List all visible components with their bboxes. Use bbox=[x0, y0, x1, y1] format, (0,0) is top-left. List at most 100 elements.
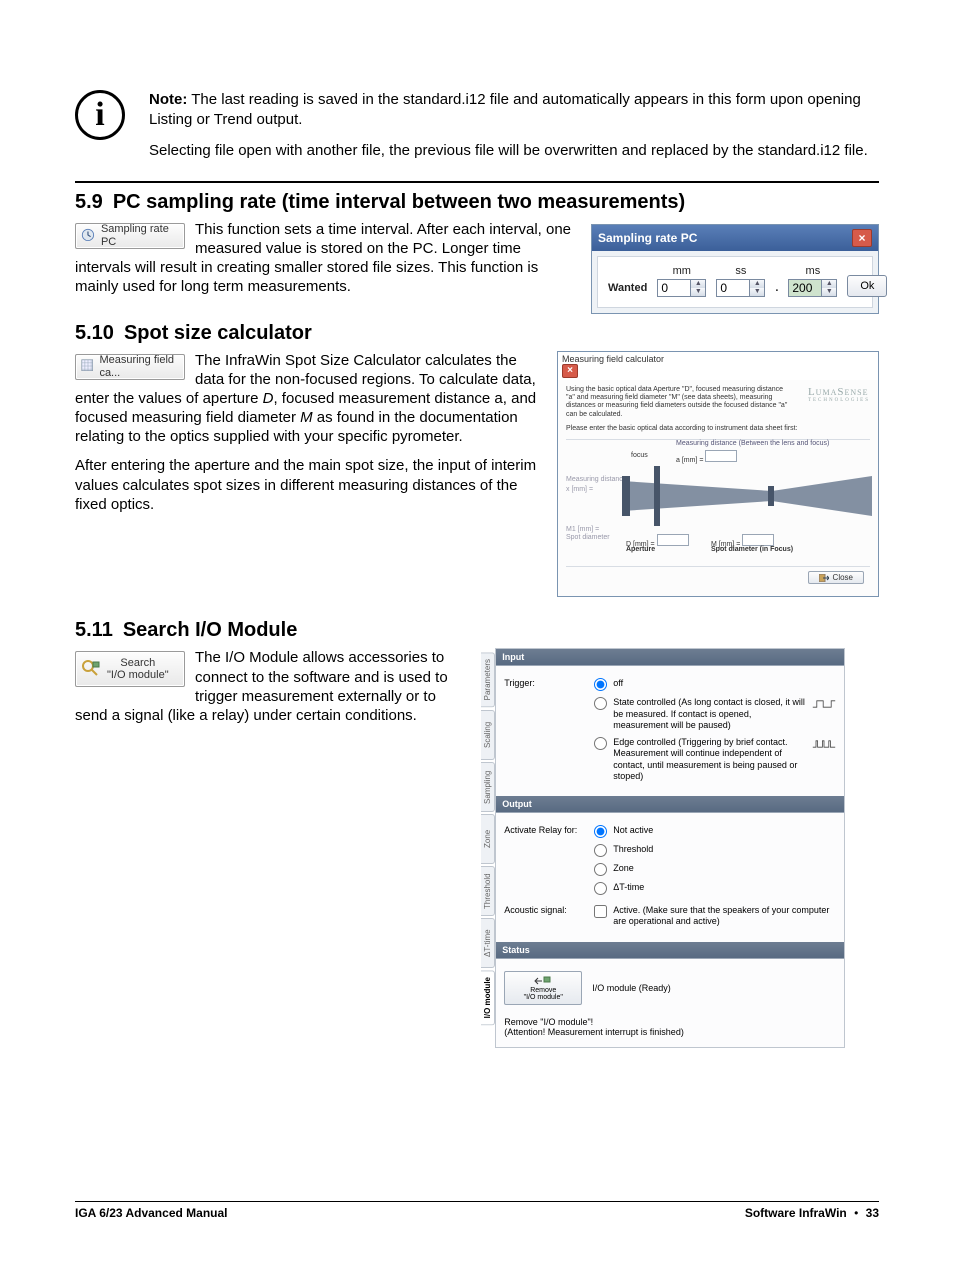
ok-button[interactable]: Ok bbox=[847, 275, 887, 297]
input-header: Input bbox=[496, 649, 844, 666]
measuring-field-button[interactable]: Measuring field ca... bbox=[75, 354, 185, 380]
trigger-off-radio[interactable] bbox=[594, 678, 607, 691]
dialog-titlebar: Sampling rate PC × bbox=[592, 225, 878, 251]
dialog-titlebar: Measuring field calculator × bbox=[558, 352, 878, 380]
separator-dot: . bbox=[775, 282, 778, 297]
dialog-title: Sampling rate PC bbox=[598, 231, 697, 245]
grid-icon bbox=[81, 359, 93, 375]
m1-mm-label: M1 [mm] = bbox=[566, 526, 599, 533]
mm-input[interactable] bbox=[657, 279, 691, 297]
acoustic-option[interactable]: Active. (Make sure that the speakers of … bbox=[594, 905, 836, 928]
d-input[interactable] bbox=[657, 534, 689, 546]
tab-io-module[interactable]: I/O module bbox=[481, 970, 495, 1025]
section-5-10-heading: 5.10 Spot size calculator bbox=[75, 322, 879, 345]
search-io-button[interactable]: Search "I/O module" bbox=[75, 651, 185, 687]
spin-down-icon[interactable]: ▼ bbox=[691, 288, 705, 296]
tab-parameters[interactable]: Parameters bbox=[481, 652, 495, 707]
aperture-label: Aperture bbox=[626, 546, 655, 553]
info-icon: i bbox=[75, 90, 125, 140]
io-ready-status: I/O module (Ready) bbox=[592, 983, 836, 993]
brand-logo: LUMASENSE TECHNOLOGIES bbox=[808, 386, 870, 403]
trigger-state-option[interactable]: State controlled (As long contact is clo… bbox=[594, 697, 836, 731]
search-io-icon bbox=[81, 659, 101, 679]
a-mm-label: a [mm] = bbox=[676, 450, 737, 464]
close-icon[interactable]: × bbox=[562, 364, 578, 378]
ms-input[interactable] bbox=[788, 279, 822, 297]
section-5-10-body-2: After entering the aperture and the main… bbox=[75, 456, 539, 514]
dialog-title: Measuring field calculator bbox=[562, 354, 664, 364]
page-footer: IGA 6/23 Advanced Manual Software InfraW… bbox=[75, 1201, 879, 1220]
state-waveform-icon bbox=[812, 697, 836, 711]
acoustic-label: Acoustic signal: bbox=[504, 905, 584, 915]
relay-label: Activate Relay for: bbox=[504, 825, 584, 835]
measuring-distance-label: Measuring distance bbox=[566, 476, 627, 483]
tab-scaling[interactable]: Scaling bbox=[481, 710, 495, 760]
spin-up-icon[interactable]: ▲ bbox=[691, 280, 705, 288]
acoustic-checkbox[interactable] bbox=[594, 905, 607, 918]
io-module-panel: Parameters Scaling Sampling Zone Thresho… bbox=[481, 648, 845, 1048]
section-5-11-body: Search "I/O module" The I/O Module allow… bbox=[75, 648, 463, 725]
mm-spinner[interactable]: ▲▼ bbox=[657, 279, 706, 297]
calculator-dialog: Measuring field calculator × LUMASENSE T… bbox=[557, 351, 879, 598]
relay-threshold-option[interactable]: Threshold bbox=[594, 844, 836, 857]
trigger-edge-radio[interactable] bbox=[594, 737, 607, 750]
x-mm-label: x [mm] = bbox=[566, 486, 593, 493]
sampling-rate-button[interactable]: Sampling rate PC bbox=[75, 223, 185, 249]
relay-dttime-option[interactable]: ΔT-time bbox=[594, 882, 836, 895]
section-5-9-body: Sampling rate PC This function sets a ti… bbox=[75, 220, 573, 297]
close-button[interactable]: Close bbox=[808, 571, 864, 584]
search-io-label-2: "I/O module" bbox=[107, 669, 169, 681]
search-io-label-1: Search bbox=[120, 657, 155, 669]
ss-label: ss bbox=[735, 265, 746, 277]
relay-dttime-radio[interactable] bbox=[594, 882, 607, 895]
section-5-9-heading: 5.9 PC sampling rate (time interval betw… bbox=[75, 191, 879, 214]
ss-spinner[interactable]: ▲▼ bbox=[716, 279, 765, 297]
a-input[interactable] bbox=[705, 450, 737, 462]
spin-up-icon[interactable]: ▲ bbox=[750, 280, 764, 288]
footer-right: Software InfraWin • 33 bbox=[745, 1206, 879, 1220]
edge-waveform-icon bbox=[812, 737, 836, 751]
m-input[interactable] bbox=[742, 534, 774, 546]
spot-diameter-label: Spot diameter bbox=[566, 534, 610, 541]
relay-not-active-option[interactable]: Not active bbox=[594, 825, 836, 838]
door-icon bbox=[819, 574, 829, 582]
tab-sampling[interactable]: Sampling bbox=[481, 762, 495, 812]
spot-focus-label: Spot diameter (in Focus) bbox=[711, 546, 793, 553]
tab-dt-time[interactable]: ΔT-time bbox=[481, 918, 495, 968]
trigger-edge-option[interactable]: Edge controlled (Triggering by brief con… bbox=[594, 737, 836, 782]
mm-label: mm bbox=[673, 265, 691, 277]
note-lead: Note: bbox=[149, 91, 187, 108]
remove-io-button[interactable]: Remove "I/O module" bbox=[504, 971, 582, 1006]
status-header: Status bbox=[496, 942, 844, 959]
relay-threshold-radio[interactable] bbox=[594, 844, 607, 857]
section-5-10-body-1: Measuring field ca... The InfraWin Spot … bbox=[75, 351, 539, 447]
relay-not-active-radio[interactable] bbox=[594, 825, 607, 838]
output-header: Output bbox=[496, 796, 844, 813]
divider bbox=[75, 181, 879, 183]
ms-spinner[interactable]: ▲▼ bbox=[788, 279, 837, 297]
calc-diagram: Measuring distance (Between the lens and… bbox=[566, 439, 870, 566]
spin-up-icon[interactable]: ▲ bbox=[822, 280, 836, 288]
tab-zone[interactable]: Zone bbox=[481, 814, 495, 864]
trigger-label: Trigger: bbox=[504, 678, 584, 688]
focus-label: focus bbox=[631, 452, 648, 459]
note-p1-rest: The last reading is saved in the standar… bbox=[149, 91, 861, 128]
spin-down-icon[interactable]: ▼ bbox=[822, 288, 836, 296]
optical-cone-icon bbox=[622, 466, 872, 526]
meas-dist-header: Measuring distance (Between the lens and… bbox=[676, 440, 829, 447]
calc-instructions-2: Please enter the basic optical data acco… bbox=[566, 425, 870, 433]
io-remove-warning: Remove "I/O module"! (Attention! Measure… bbox=[504, 1017, 836, 1037]
ss-input[interactable] bbox=[716, 279, 750, 297]
tab-threshold[interactable]: Threshold bbox=[481, 866, 495, 916]
relay-zone-option[interactable]: Zone bbox=[594, 863, 836, 876]
note-block: i Note: The last reading is saved in the… bbox=[75, 90, 879, 173]
section-5-11-heading: 5.11 Search I/O Module bbox=[75, 619, 879, 642]
trigger-state-radio[interactable] bbox=[594, 697, 607, 710]
ms-label: ms bbox=[806, 265, 821, 277]
wanted-label: Wanted bbox=[608, 282, 647, 297]
relay-zone-radio[interactable] bbox=[594, 863, 607, 876]
trigger-off-option[interactable]: off bbox=[594, 678, 836, 691]
close-icon[interactable]: × bbox=[852, 229, 872, 247]
spin-down-icon[interactable]: ▼ bbox=[750, 288, 764, 296]
clock-icon bbox=[81, 228, 95, 244]
